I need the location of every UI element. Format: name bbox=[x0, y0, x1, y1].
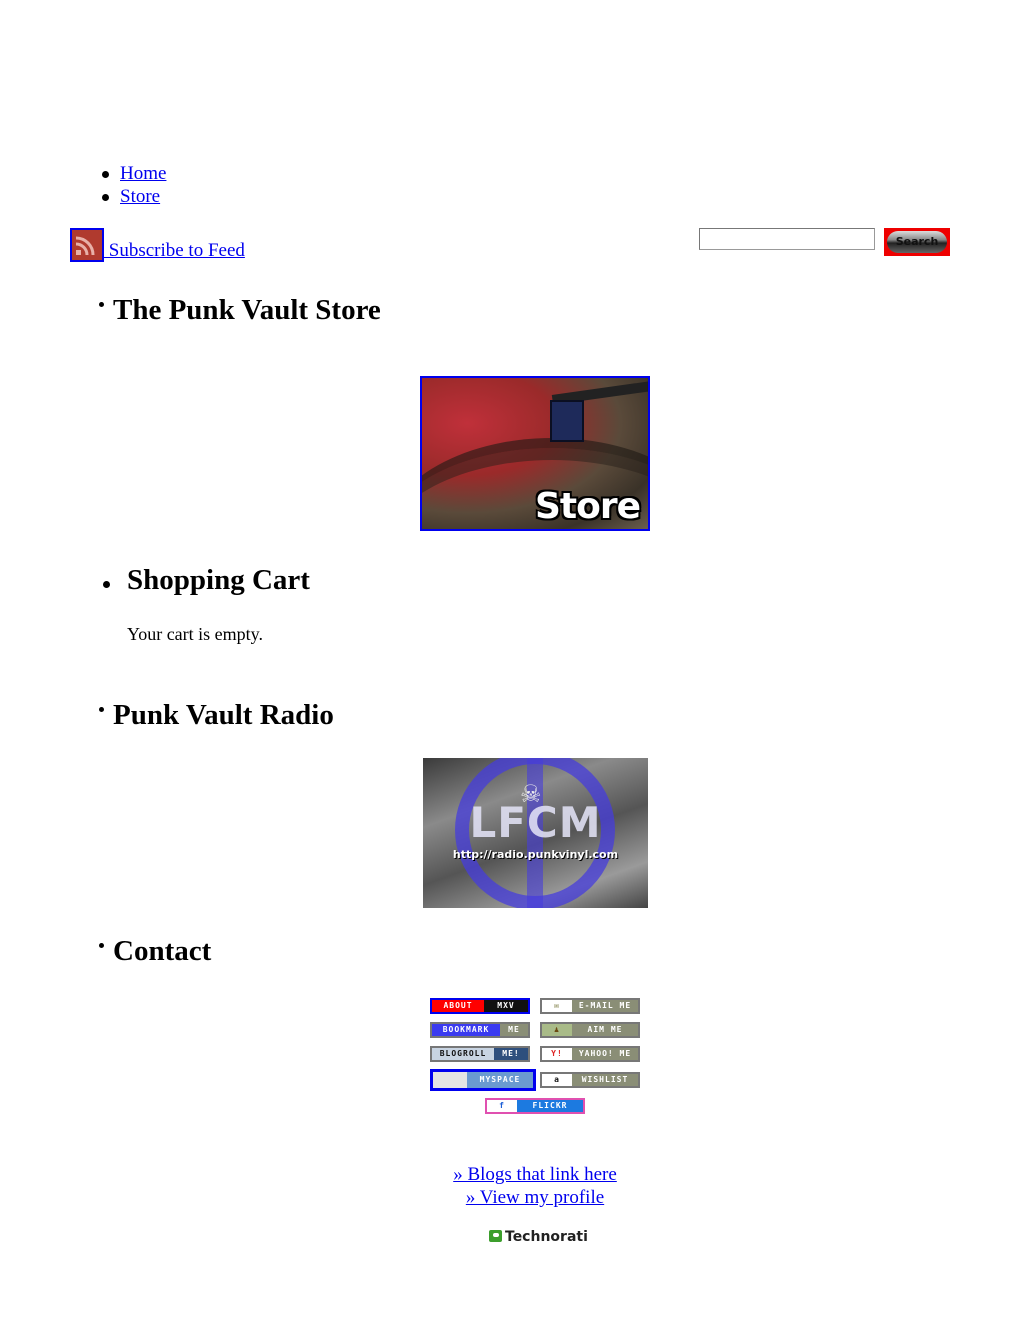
store-section-title: The Punk Vault Store bbox=[99, 294, 381, 327]
badge-right-label: MYSPACE bbox=[467, 1072, 533, 1088]
bullet-icon bbox=[103, 581, 110, 588]
cart-empty-message: Your cart is empty. bbox=[127, 624, 263, 644]
badge-right-label: AIM ME bbox=[572, 1024, 638, 1036]
badge-left-part: ♟ bbox=[542, 1024, 572, 1036]
contact-badge-me[interactable]: BOOKMARK ME bbox=[430, 1022, 530, 1038]
badge-left-part: BOOKMARK bbox=[432, 1024, 500, 1036]
store-title-text: The Punk Vault Store bbox=[113, 294, 381, 326]
contact-badge-mxv[interactable]: ABOUT MXV bbox=[430, 998, 530, 1014]
contact-badge-me[interactable]: BLOGROLL ME! bbox=[430, 1046, 530, 1062]
search-button[interactable]: Search bbox=[884, 228, 950, 256]
technorati-logo-text: Technorati bbox=[505, 1229, 588, 1245]
contact-badge-aim-me[interactable]: ♟ AIM ME bbox=[540, 1022, 640, 1038]
main-nav: Home Store bbox=[100, 162, 166, 208]
contact-title-text: Contact bbox=[113, 935, 212, 967]
bullet-icon bbox=[99, 707, 104, 712]
contact-badge-flickr[interactable]: f FLICKR bbox=[485, 1098, 585, 1114]
view-profile-link[interactable]: » View my profile bbox=[466, 1187, 604, 1208]
contact-badge-yahoo-me[interactable]: Y! YAHOO! ME bbox=[540, 1046, 640, 1062]
nav-item-home: Home bbox=[100, 162, 166, 185]
store-image-link[interactable]: Store bbox=[420, 376, 650, 531]
technorati-logo-link[interactable]: Technorati bbox=[489, 1229, 588, 1245]
bullet-icon bbox=[99, 302, 104, 307]
badge-right-label: FLICKR bbox=[517, 1100, 583, 1112]
contact-badge-e-mail-me[interactable]: ✉ E-MAIL ME bbox=[540, 998, 640, 1014]
subscribe-feed-label: Subscribe to Feed bbox=[104, 240, 245, 261]
badge-left-part: ABOUT bbox=[432, 1000, 484, 1012]
nav-link-store[interactable]: Store bbox=[120, 186, 160, 207]
radio-title-text: Punk Vault Radio bbox=[113, 699, 334, 731]
radio-section-title: Punk Vault Radio bbox=[99, 699, 334, 732]
radio-image-link[interactable]: ☠ LFCM http://radio.punkvinyl.com bbox=[423, 758, 648, 908]
technorati-logo-icon bbox=[489, 1230, 502, 1242]
contact-section-title: Contact bbox=[99, 935, 211, 968]
badge-left-part: f bbox=[487, 1100, 517, 1112]
badge-right-label: YAHOO! ME bbox=[572, 1048, 638, 1060]
badge-right-label: E-MAIL ME bbox=[572, 1000, 638, 1012]
badge-right-label: WISHLIST bbox=[572, 1074, 638, 1086]
nav-link-home[interactable]: Home bbox=[120, 163, 166, 184]
technorati-links: » Blogs that link here » View my profile bbox=[0, 1163, 1020, 1209]
contact-badge-wishlist[interactable]: a WISHLIST bbox=[540, 1072, 640, 1088]
badge-left-part: BLOGROLL bbox=[432, 1048, 494, 1060]
search-button-label: Search bbox=[887, 231, 947, 253]
contact-badge-myspace[interactable]: MYSPACE bbox=[430, 1069, 536, 1091]
badge-left-part: Y! bbox=[542, 1048, 572, 1060]
blogs-link-here-link[interactable]: » Blogs that link here bbox=[453, 1164, 617, 1185]
badge-left-part: a bbox=[542, 1074, 572, 1086]
bullet-icon bbox=[99, 943, 104, 948]
nav-item-store: Store bbox=[100, 185, 166, 208]
badge-right-label: ME! bbox=[494, 1048, 528, 1060]
rss-feed-icon bbox=[70, 228, 104, 262]
cart-section-title: Shopping Cart bbox=[127, 564, 310, 596]
search-input[interactable] bbox=[699, 228, 875, 250]
store-image-caption: Store bbox=[534, 486, 641, 527]
radio-image-url: http://radio.punkvinyl.com bbox=[452, 848, 619, 861]
badge-right-label: MXV bbox=[484, 1000, 528, 1012]
cartridge bbox=[550, 400, 584, 442]
badge-left-part: ✉ bbox=[542, 1000, 572, 1012]
subscribe-feed-link[interactable]: Subscribe to Feed bbox=[70, 228, 245, 262]
radio-image-title: LFCM bbox=[469, 798, 602, 847]
badge-left-part bbox=[433, 1072, 467, 1088]
badge-right-label: ME bbox=[500, 1024, 528, 1036]
